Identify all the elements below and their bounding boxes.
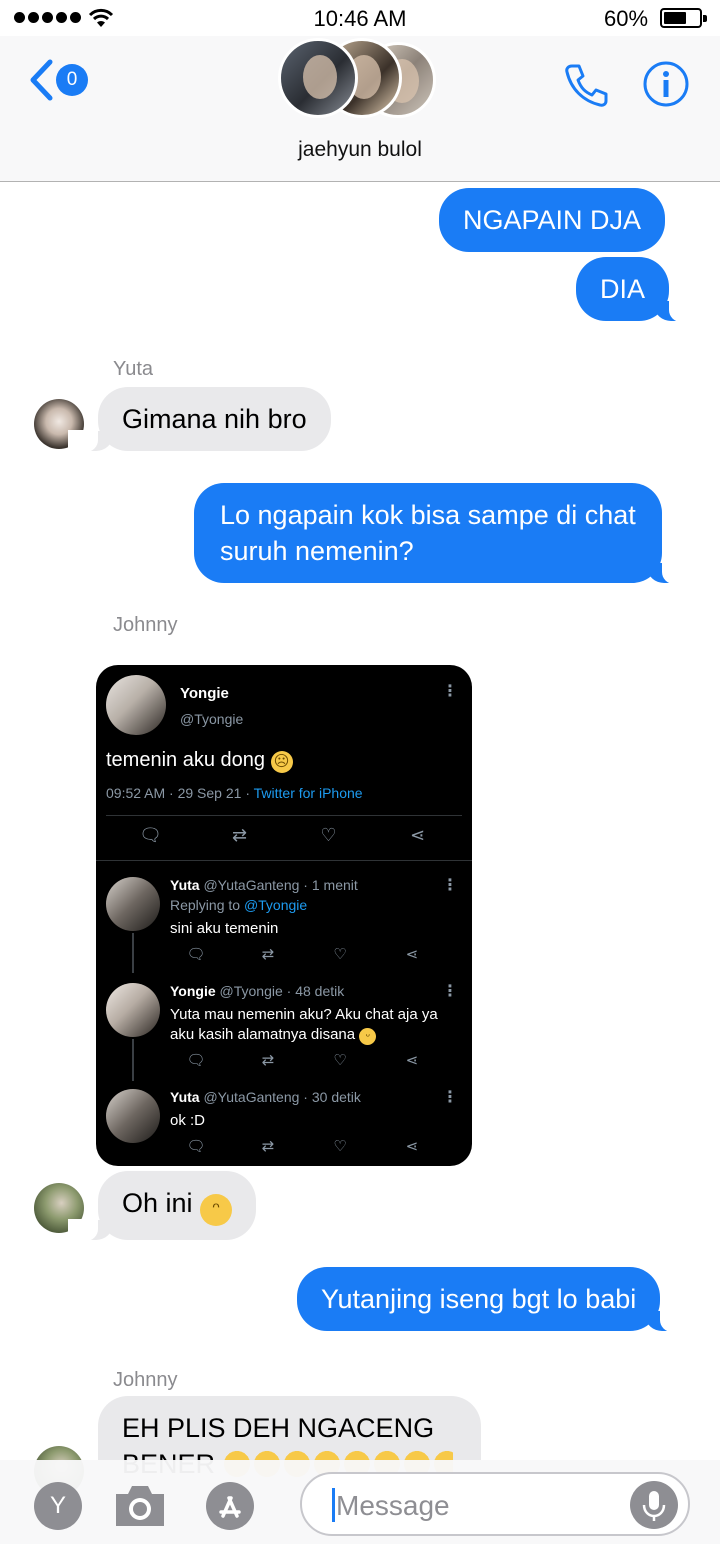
reply-actions: 🗨 ⇄ ♡ ⋖	[160, 1137, 450, 1155]
laughing-emoji-icon: ᵕ	[359, 1028, 377, 1045]
more-icon: ⋮	[442, 683, 458, 700]
chevron-left-icon	[30, 59, 53, 101]
avatar	[278, 38, 358, 118]
avatar	[106, 1089, 160, 1143]
app-store-icon	[219, 1496, 241, 1518]
tweet-author-handle: @Tyongie	[180, 711, 244, 727]
rofl-emoji-icon: ᵔ	[200, 1194, 233, 1226]
info-icon[interactable]	[642, 60, 690, 108]
tweet-screenshot-image[interactable]: Yongie @Tyongie ⋮ temenin aku dong ☹ 09:…	[96, 665, 472, 1166]
tweet-author-name: Yongie	[180, 685, 229, 702]
microphone-button[interactable]	[630, 1481, 678, 1529]
reply-author: Yuta @YutaGanteng · 30 detik	[170, 1089, 361, 1105]
divider	[106, 815, 462, 816]
text-cursor	[332, 1488, 335, 1522]
compose-bar: Y Message	[0, 1460, 720, 1544]
incoming-message[interactable]: Oh ini ᵔ	[67, 1171, 257, 1241]
divider	[96, 860, 472, 861]
message-text: suruh nemenin?	[220, 536, 414, 566]
retweet-icon: ⇄	[231, 825, 248, 845]
sender-name: Johnny	[113, 1369, 178, 1391]
phone-icon[interactable]	[562, 60, 612, 110]
thread-line	[132, 1039, 134, 1081]
battery-icon	[660, 8, 707, 28]
retweet-icon: ⇄	[261, 1052, 275, 1069]
share-icon: ⋖	[409, 825, 426, 845]
battery-percent: 60%	[604, 6, 649, 31]
reply-author: Yongie @Tyongie · 48 detik	[170, 983, 345, 999]
like-icon: ♡	[333, 1052, 347, 1069]
reply-icon: 🗨	[186, 1138, 206, 1155]
share-icon: ⋖	[405, 1052, 419, 1069]
unread-badge: 0	[56, 64, 88, 96]
like-icon: ♡	[320, 825, 337, 845]
share-icon: ⋖	[405, 1138, 419, 1155]
outgoing-message[interactable]: Yutanjing iseng bgt lo babi	[297, 1267, 691, 1332]
microphone-icon	[642, 1491, 666, 1521]
message-text: Lo ngapain kok bisa sampe di chat	[220, 500, 636, 530]
more-icon: ⋮	[442, 983, 458, 1000]
tweet-actions: 🗨 ⇄ ♡ ⋖	[106, 825, 462, 846]
reply-actions: 🗨 ⇄ ♡ ⋖	[160, 1051, 450, 1069]
reply-icon: 🗨	[186, 946, 206, 963]
avatar	[106, 983, 160, 1037]
more-icon: ⋮	[442, 1089, 458, 1106]
reply-icon: 🗨	[139, 825, 162, 845]
reply-text: sini aku temenin	[170, 920, 279, 937]
status-bar: 10:46 AM 60%	[0, 0, 720, 36]
retweet-icon: ⇄	[261, 946, 275, 963]
reply-text: Yuta mau nemenin aku? Aku chat aja ya ak…	[170, 1006, 438, 1045]
retweet-icon: ⇄	[261, 1138, 275, 1155]
share-icon: ⋖	[405, 946, 419, 963]
outgoing-message[interactable]: NGAPAIN DJA	[439, 188, 666, 252]
conversation-title[interactable]: jaehyun bulol	[0, 138, 720, 162]
message-text: DIA	[600, 274, 646, 304]
app-store-button[interactable]	[206, 1482, 254, 1530]
tweet-meta: 09:52 AM · 29 Sep 21 · Twitter for iPhon…	[106, 785, 363, 801]
like-icon: ♡	[333, 1138, 347, 1155]
conversation-header: 0 jaehyun bulol	[0, 36, 720, 182]
reply-author: Yuta @YutaGanteng · 1 menit	[170, 877, 358, 893]
sender-name: Yuta	[113, 358, 154, 380]
message-text: Oh ini	[122, 1188, 193, 1218]
message-text: EH PLIS DEH NGACENG	[122, 1413, 435, 1443]
reply-text: ok :D	[170, 1112, 206, 1129]
sender-name: Johnny	[113, 614, 178, 636]
camera-icon[interactable]	[112, 1482, 168, 1530]
back-button[interactable]: 0	[28, 58, 88, 102]
message-text: Gimana nih bro	[122, 404, 307, 434]
message-input[interactable]: Message	[300, 1472, 690, 1536]
message-placeholder: Message	[336, 1490, 450, 1521]
incoming-message[interactable]: Gimana nih bro	[68, 387, 331, 452]
app-drawer-button[interactable]: Y	[34, 1482, 82, 1530]
avatar	[106, 877, 160, 931]
frown-emoji-icon: ☹	[270, 751, 293, 773]
outgoing-message[interactable]: DIA	[576, 257, 700, 322]
reply-actions: 🗨 ⇄ ♡ ⋖	[160, 945, 450, 963]
avatar	[106, 675, 166, 735]
replying-to: Replying to @Tyongie	[170, 897, 308, 913]
message-text: Yutanjing iseng bgt lo babi	[321, 1284, 637, 1314]
outgoing-message[interactable]: Lo ngapain kok bisa sampe di chat suruh …	[194, 483, 692, 584]
like-icon: ♡	[333, 946, 347, 963]
thread-line	[132, 933, 134, 973]
reply-icon: 🗨	[186, 1052, 206, 1069]
tweet-text: temenin aku dong ☹	[106, 749, 293, 773]
more-icon: ⋮	[442, 877, 458, 894]
group-avatars[interactable]	[278, 38, 448, 118]
